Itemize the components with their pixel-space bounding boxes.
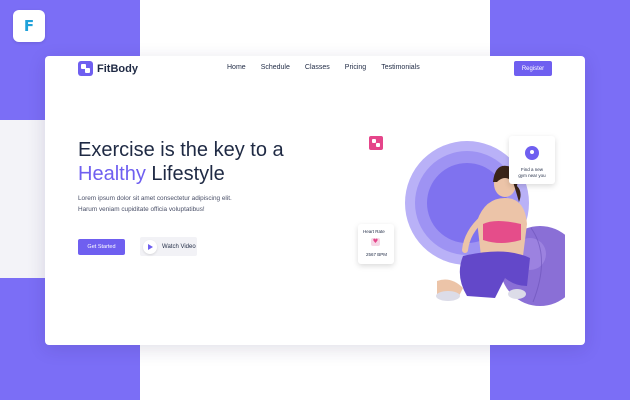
headline-rest: Lifestyle: [145, 163, 225, 185]
watch-video-button[interactable]: Watch Video: [140, 237, 197, 256]
find-gym-line-1: Find a new: [520, 167, 543, 172]
headline-accent: Healthy: [78, 163, 146, 185]
heart-rate-value: 2567 BPM: [366, 252, 388, 257]
subtext-line-2: Harum veniam cupiditate officia voluptat…: [78, 206, 205, 213]
app-icon-letter: F: [23, 17, 35, 35]
nav-item-classes[interactable]: Classes: [305, 64, 330, 71]
find-gym-text: Find a new gym near you: [509, 167, 555, 179]
register-button[interactable]: Register: [514, 61, 552, 76]
location-pin-icon: [525, 146, 539, 160]
nav-menu: Home Schedule Classes Pricing Testimonia…: [227, 64, 435, 71]
brand-logo[interactable]: FitBody: [78, 61, 138, 76]
hero-subtext: Lorem ipsum dolor sit amet consectetur a…: [78, 193, 278, 215]
headline-line-1: Exercise is the key to a: [78, 139, 284, 161]
find-gym-card[interactable]: Find a new gym near you: [509, 136, 555, 184]
heart-icon: ♥: [371, 238, 380, 246]
get-started-button[interactable]: Get Started: [78, 239, 125, 255]
play-icon: [143, 239, 157, 254]
hero-headline: Exercise is the key to a Healthy Lifesty…: [78, 138, 328, 186]
subtext-line-1: Lorem ipsum dolor sit amet consectetur a…: [78, 195, 232, 202]
nav-item-pricing[interactable]: Pricing: [345, 64, 366, 71]
logo-icon: [78, 61, 93, 76]
top-nav: FitBody Home Schedule Classes Pricing Te…: [45, 56, 585, 82]
watch-video-label: Watch Video: [162, 243, 196, 250]
find-gym-line-2: gym near you: [518, 173, 546, 178]
nav-item-testimonials[interactable]: Testimonials: [381, 64, 420, 71]
heart-rate-card: Heart Rate ♥ 2567 BPM: [358, 224, 394, 264]
nav-item-home[interactable]: Home: [227, 64, 246, 71]
brand-name: FitBody: [97, 62, 138, 75]
nav-item-schedule[interactable]: Schedule: [261, 64, 290, 71]
heart-rate-title: Heart Rate: [363, 229, 385, 234]
app-icon[interactable]: F: [13, 10, 45, 42]
landing-page-card: FitBody Home Schedule Classes Pricing Te…: [45, 56, 585, 345]
hero-visual: Heart Rate ♥ 2567 BPM Find a new gym nea…: [355, 136, 565, 306]
